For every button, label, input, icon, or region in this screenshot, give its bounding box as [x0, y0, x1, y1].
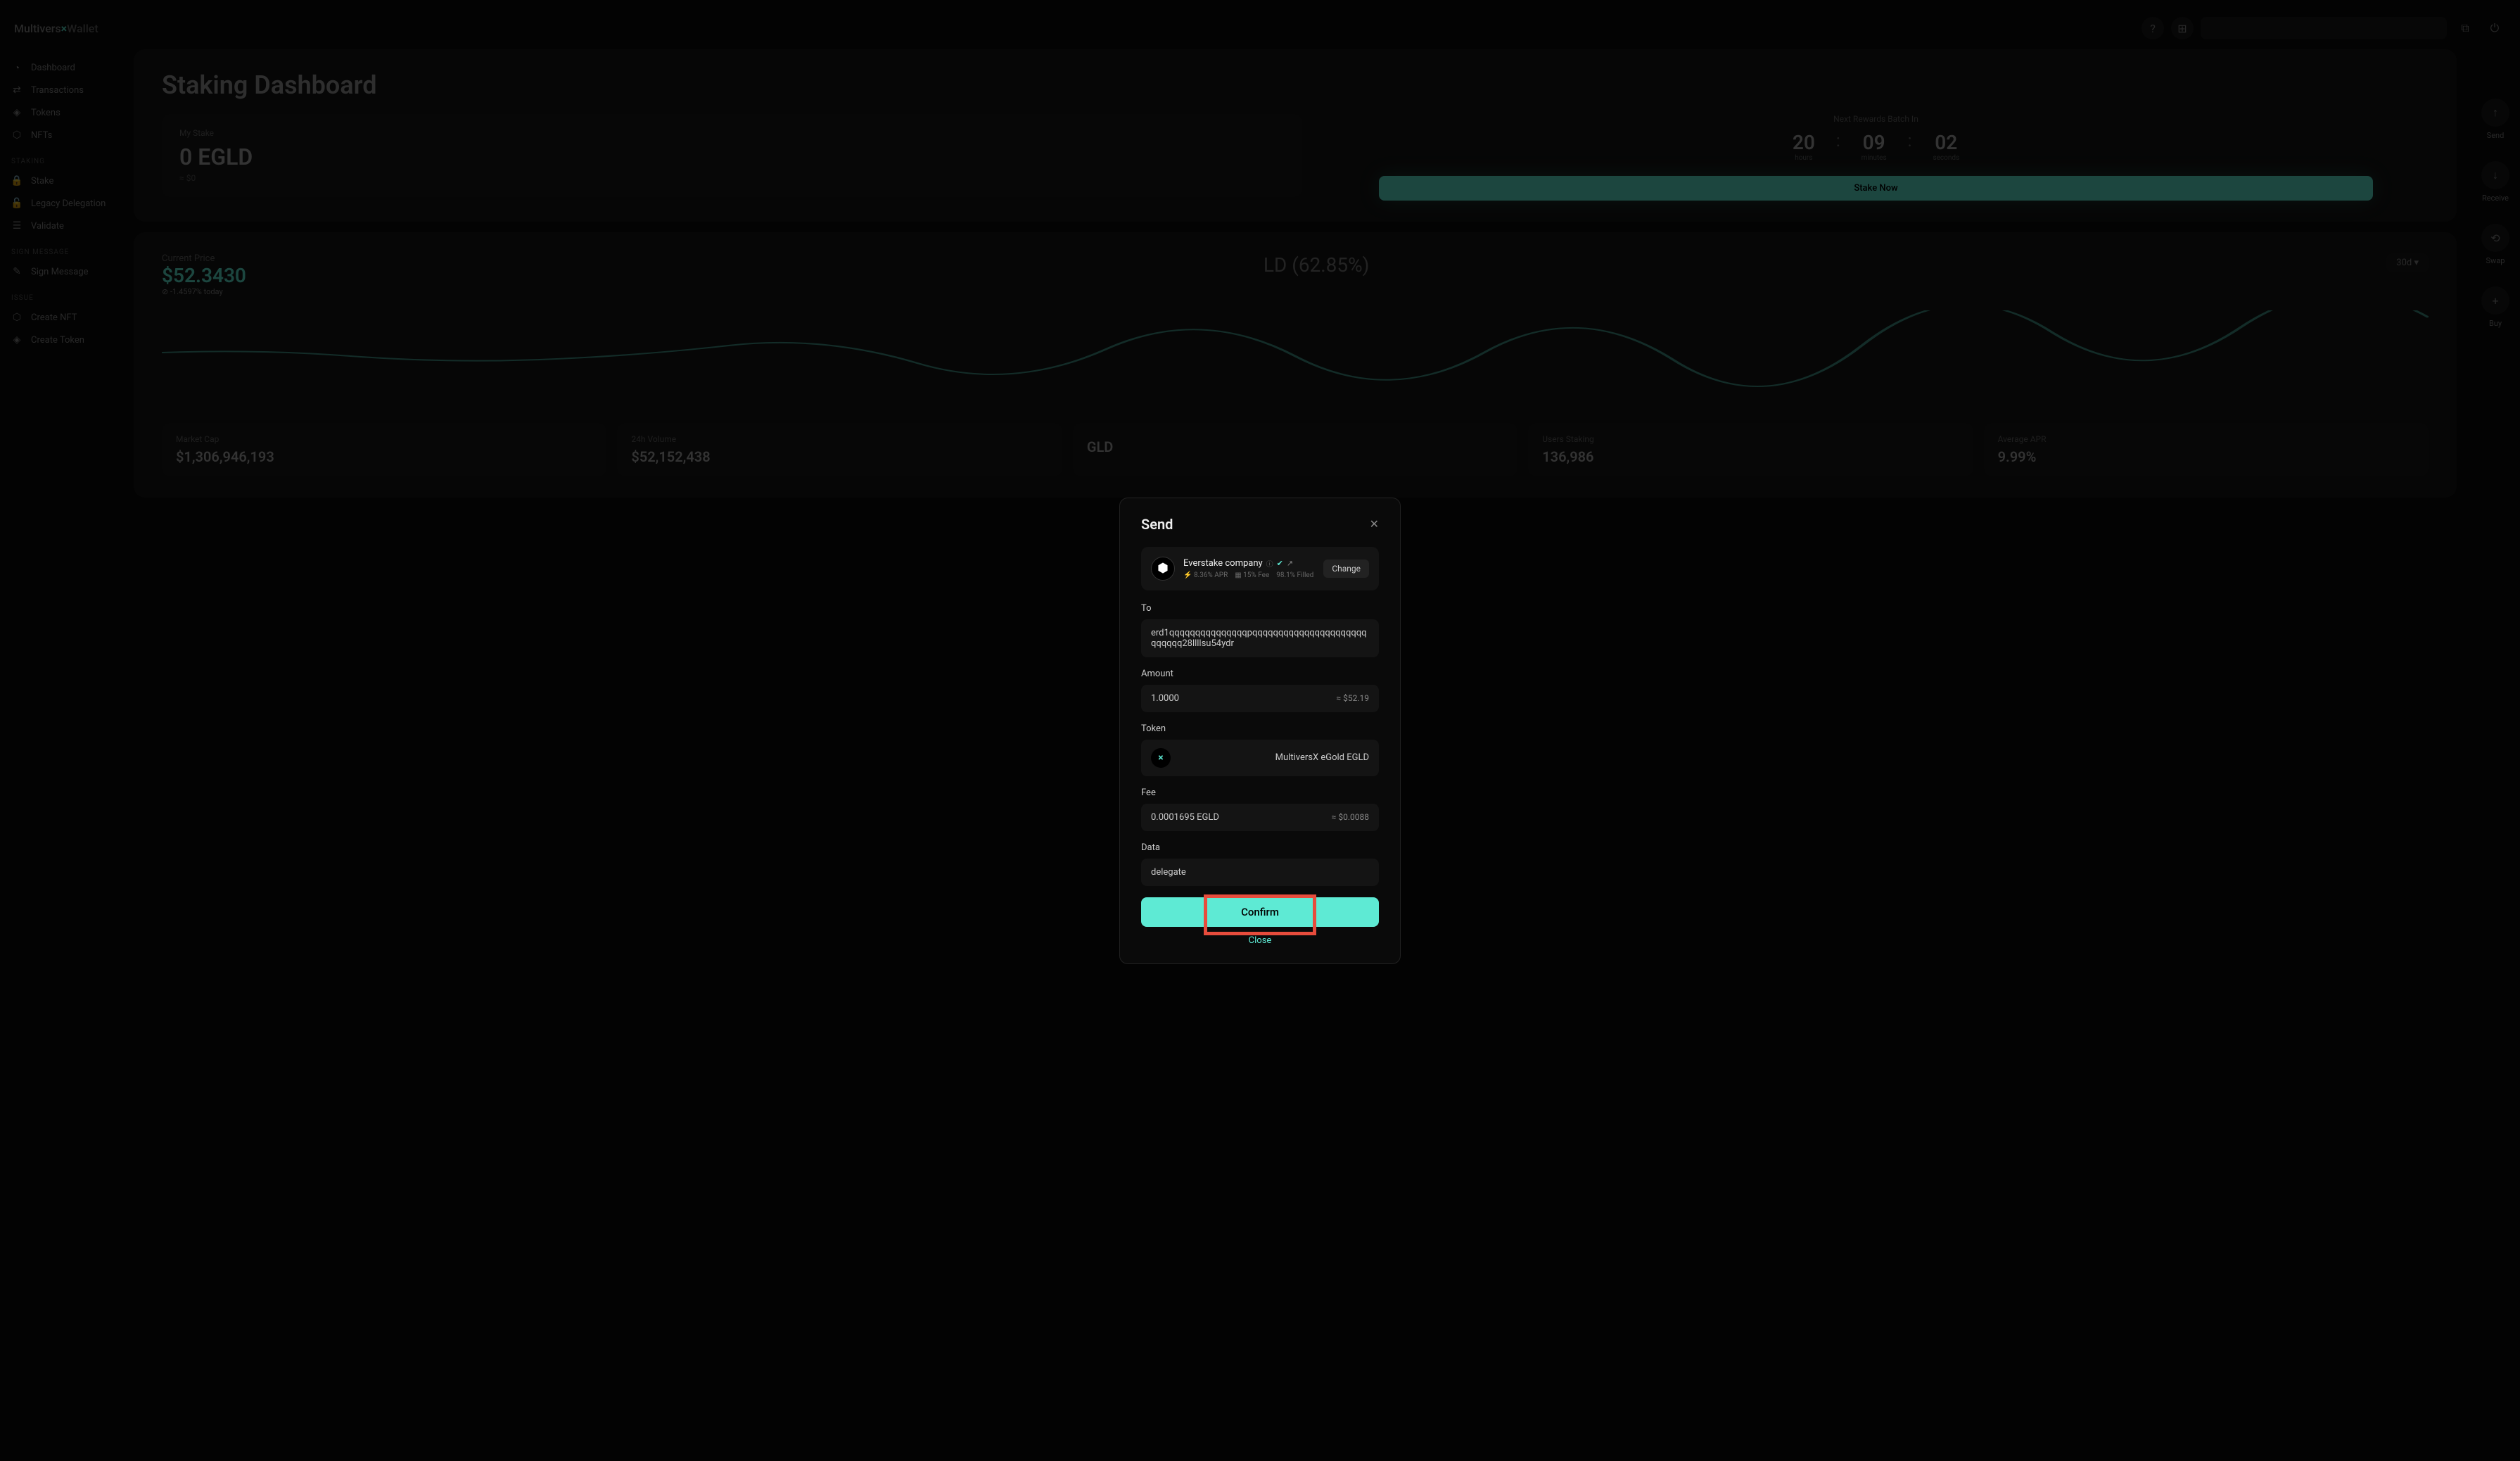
to-field: erd1qqqqqqqqqqqqqqqpqqqqqqqqqqqqqqqqqqqq… — [1141, 619, 1379, 657]
provider-logo-icon: ⬢ — [1151, 557, 1175, 581]
provider-fee: ▦ 15% Fee — [1235, 571, 1269, 579]
info-icon[interactable]: ⓘ — [1266, 558, 1273, 569]
confirm-button[interactable]: Confirm — [1141, 897, 1379, 927]
data-label: Data — [1141, 842, 1379, 853]
modal-overlay: Send ✕ ⬢ Everstake company ⓘ ✔ ↗ ⚡ 8.36%… — [0, 0, 2520, 1461]
to-label: To — [1141, 603, 1379, 614]
external-link-icon[interactable]: ↗ — [1287, 559, 1293, 568]
fee-label: Fee — [1141, 788, 1379, 798]
close-icon[interactable]: ✕ — [1370, 517, 1379, 531]
provider-name: Everstake company — [1183, 558, 1263, 569]
fee-field: 0.0001695 EGLD ≈ $0.0088 — [1141, 804, 1379, 831]
egld-token-icon: × — [1151, 748, 1171, 768]
modal-title: Send — [1141, 516, 1173, 533]
token-label: Token — [1141, 723, 1379, 734]
change-button[interactable]: Change — [1323, 559, 1369, 578]
provider-filled: 98.1% Filled — [1276, 571, 1313, 579]
verified-icon: ✔ — [1277, 559, 1283, 568]
send-modal: Send ✕ ⬢ Everstake company ⓘ ✔ ↗ ⚡ 8.36%… — [1119, 498, 1401, 964]
data-field: delegate — [1141, 859, 1379, 886]
close-link[interactable]: Close — [1141, 935, 1379, 946]
amount-label: Amount — [1141, 669, 1379, 679]
amount-field: 1.0000 ≈ $52.19 — [1141, 685, 1379, 712]
provider-card: ⬢ Everstake company ⓘ ✔ ↗ ⚡ 8.36% APR ▦ … — [1141, 547, 1379, 590]
provider-apr: ⚡ 8.36% APR — [1183, 571, 1228, 579]
token-field: × MultiversX eGold EGLD — [1141, 740, 1379, 776]
